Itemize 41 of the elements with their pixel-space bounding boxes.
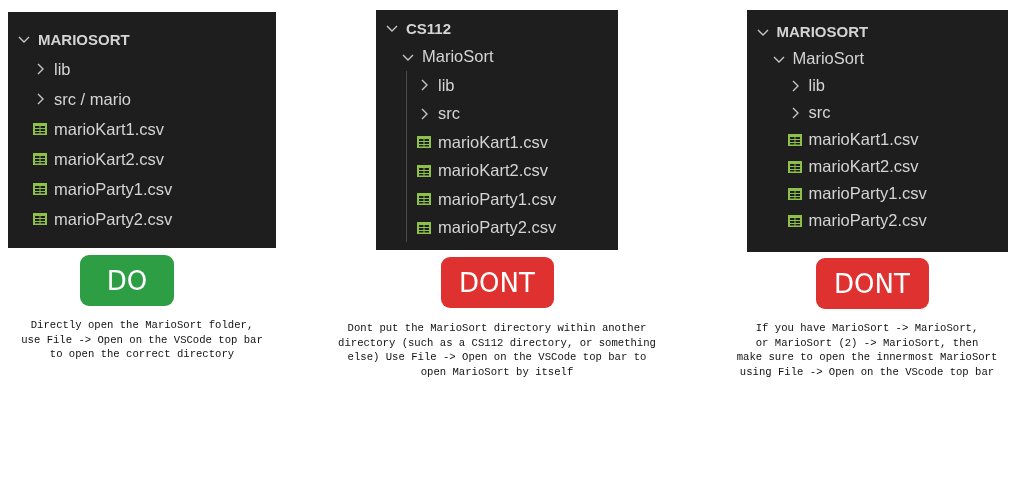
folder-name[interactable]: src: [438, 104, 460, 124]
spreadsheet-icon: [416, 219, 432, 236]
badge: DONT: [815, 258, 929, 309]
spreadsheet-icon: [32, 121, 48, 137]
spreadsheet-icon: [786, 185, 803, 202]
file-name[interactable]: marioParty1.csv: [808, 184, 927, 203]
file-name[interactable]: marioKart2.csv: [808, 157, 919, 176]
file-name[interactable]: marioParty2.csv: [438, 218, 557, 238]
spreadsheet-icon: [786, 158, 803, 175]
description: Directly open the MarioSort folder, use File -> Open on the VSCode top bar to open the correct directory: [21, 318, 263, 363]
file-name[interactable]: marioParty2.csv: [54, 209, 173, 229]
spreadsheet-icon: [786, 131, 803, 148]
spreadsheet-icon: [786, 212, 803, 229]
badge: DO: [80, 255, 174, 306]
file-name[interactable]: marioParty2.csv: [808, 211, 927, 230]
folder-name[interactable]: lib: [808, 76, 825, 95]
spreadsheet-icon: [32, 181, 48, 197]
description: If you have MarioSort -> MarioSort, or MarioSort (2) -> MarioSort, then make sure to open the innermost MarioSort using File -> Open on the VScode top bar: [736, 321, 998, 380]
spreadsheet-icon: [32, 151, 48, 167]
folder-name[interactable]: lib: [438, 75, 455, 95]
spreadsheet-icon: [416, 162, 432, 179]
folder-name[interactable]: MARIOSORT: [38, 30, 130, 48]
badge: DONT: [440, 257, 554, 308]
file-name[interactable]: marioParty1.csv: [54, 179, 173, 199]
file-name[interactable]: marioParty1.csv: [438, 189, 557, 209]
folder-name[interactable]: MARIOSORT: [776, 23, 869, 40]
folder-name[interactable]: MarioSort: [792, 49, 865, 68]
spreadsheet-icon: [32, 211, 48, 227]
file-name[interactable]: marioKart1.csv: [808, 130, 919, 149]
spreadsheet-icon: [416, 134, 432, 151]
file-name[interactable]: marioKart2.csv: [438, 161, 549, 181]
description: Dont put the MarioSort directory within another directory (such as a CS112 directory, or something else) Use File -> Open on the VSCode top bar to open MarioSort by itself: [338, 321, 656, 380]
folder-name[interactable]: CS112: [406, 19, 452, 37]
file-name[interactable]: marioKart2.csv: [54, 149, 165, 169]
file-name[interactable]: marioKart1.csv: [54, 119, 165, 139]
spreadsheet-icon: [416, 191, 432, 208]
folder-name[interactable]: MarioSort: [422, 47, 494, 67]
folder-name[interactable]: lib: [54, 59, 71, 79]
folder-name[interactable]: src: [808, 103, 831, 122]
folder-name[interactable]: src / mario: [54, 89, 131, 109]
file-name[interactable]: marioKart1.csv: [438, 132, 549, 152]
